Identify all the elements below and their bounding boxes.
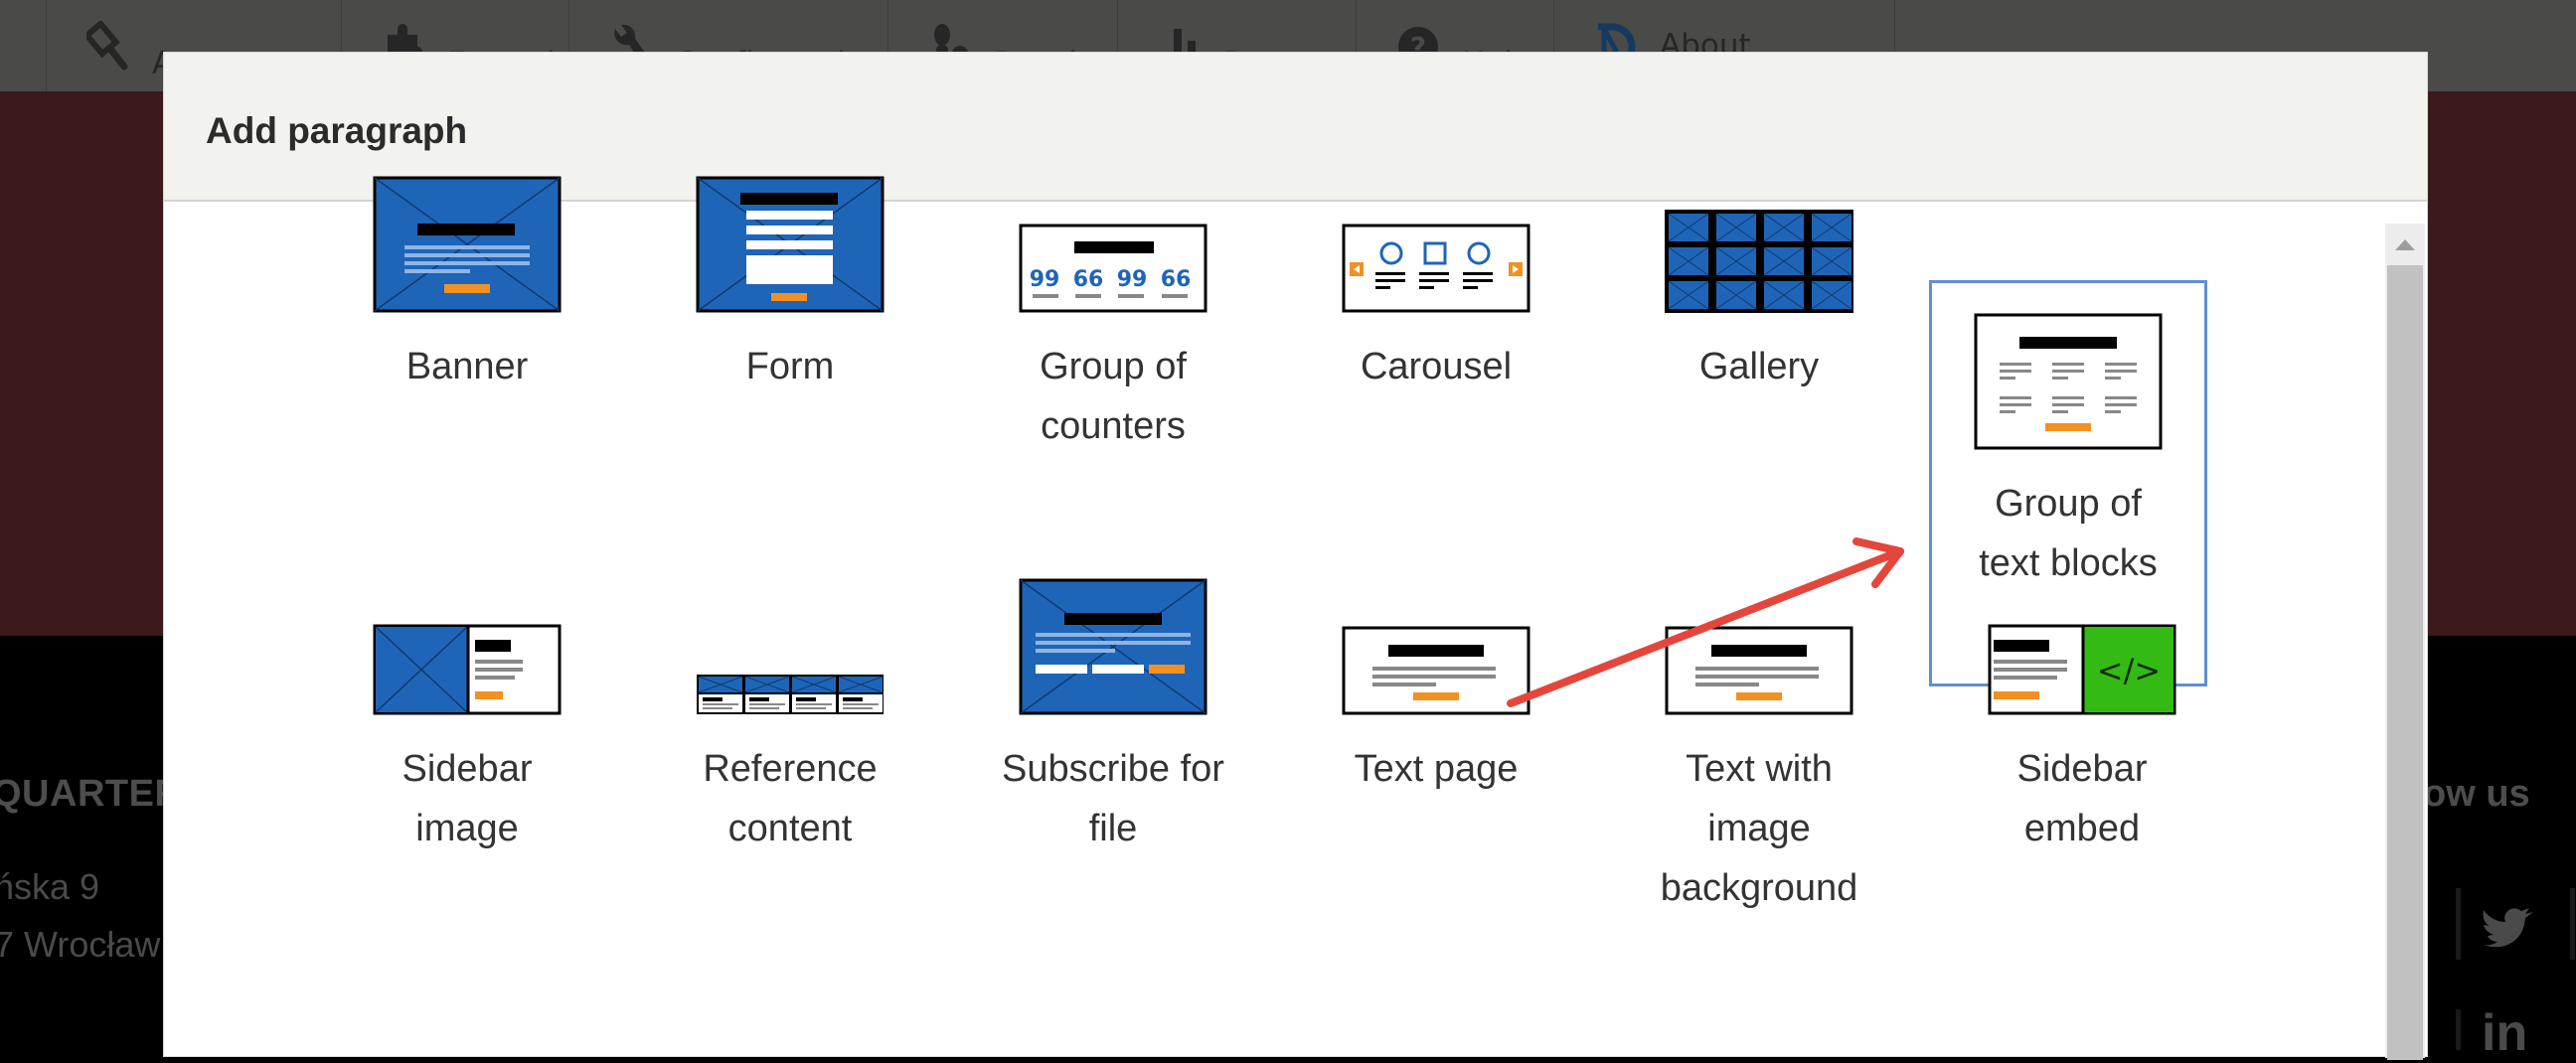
paragraph-type-label: Sidebar embed [2016,748,2148,849]
arrow-up-icon [2395,238,2415,250]
code-glyph: </> [2097,652,2161,689]
form-icon [696,176,885,313]
gallery-thumbnail [1811,213,1852,242]
dialog-title: Add paragraph [206,110,468,151]
paragraph-type-label: Group of counters [1040,346,1187,447]
toolbar-edge [0,0,46,91]
counter-digit: 66 [1073,267,1104,292]
footer-address-line: 7 Wrocław [0,924,161,965]
gallery-thumbnail [1811,246,1852,276]
reference-card [744,676,790,712]
paragraph-type-label: Subscribe for file [1002,748,1224,849]
paragraph-type-reference-content[interactable]: Reference content [666,578,914,858]
text-blocks-icon [1974,313,2163,450]
gallery-thumbnail [1715,213,1757,242]
gallery-icon [1665,210,1853,313]
paragraph-type-sidebar-image[interactable]: Sidebar image [343,578,591,858]
text-image-background-icon [1665,626,1853,715]
paragraph-type-label: Sidebar image [402,748,533,849]
social-divider [2456,888,2461,960]
paragraph-type-label: Text with image background [1660,748,1858,909]
counter-digit: 99 [1117,267,1148,292]
paintbrush-icon [86,21,130,71]
paragraph-type-label: Banner [405,346,529,387]
reference-content-icon [697,675,884,714]
paragraph-type-label: Carousel [1360,346,1513,387]
gallery-thumbnail [1668,213,1709,242]
paragraph-type-text-page[interactable]: Text page [1312,578,1560,799]
gallery-thumbnail [1715,246,1757,276]
social-divider [2456,1009,2461,1050]
counters-icon: 99 66 99 66 [1019,224,1208,313]
text-page-icon [1342,626,1530,715]
carousel-icon [1342,224,1530,313]
linkedin-icon[interactable]: in [2482,1003,2527,1063]
subscribe-file-icon [1019,578,1208,715]
paragraph-type-banner[interactable]: Banner [343,176,591,396]
social-divider [2570,888,2575,960]
scrollbar-thumb[interactable] [2387,265,2423,1060]
paragraph-type-form[interactable]: Form [666,176,914,396]
gallery-thumbnail [1668,246,1709,276]
paragraph-type-text-with-image-background[interactable]: Text with image background [1635,578,1883,918]
dialog-scrollbar[interactable] [2385,224,2425,1060]
sidebar-embed-icon: </> [1988,624,2176,715]
sidebar-image-icon [373,624,562,715]
paragraph-type-label: Reference content [703,748,878,849]
banner-icon [373,176,562,313]
paragraph-type-group-of-counters[interactable]: 99 66 99 66 Group of counters [989,176,1237,456]
add-paragraph-dialog: Add paragraph Banner Form 99 66 99 66 Gr… [164,53,2427,1060]
paragraph-type-label: Gallery [1698,346,1820,387]
reference-card [791,676,837,712]
reference-card [838,676,884,712]
paragraph-type-label: Text page [1354,748,1519,790]
paragraph-type-sidebar-embed[interactable]: </> Sidebar embed [1958,578,2206,858]
gallery-thumbnail [1763,246,1805,276]
gallery-thumbnail [1715,280,1757,310]
paragraph-type-label: Group of text blocks [1979,483,2158,584]
footer-address-line: ńska 9 [0,866,100,907]
scroll-up-button[interactable] [2385,224,2425,265]
footer-follow-us-heading: ow us [2423,773,2530,815]
gallery-thumbnail [1668,280,1709,310]
gallery-thumbnail [1763,280,1805,310]
counter-digit: 66 [1161,267,1192,292]
reference-card [698,676,743,712]
paragraph-type-gallery[interactable]: Gallery [1635,176,1883,396]
paragraph-type-subscribe-for-file[interactable]: Subscribe for file [989,578,1237,858]
paragraph-type-label: Form [745,346,835,387]
paragraph-type-carousel[interactable]: Carousel [1312,176,1560,396]
gallery-thumbnail [1811,280,1852,310]
counter-digit: 99 [1030,267,1060,292]
twitter-icon[interactable] [2480,906,2535,957]
gallery-thumbnail [1763,213,1805,242]
